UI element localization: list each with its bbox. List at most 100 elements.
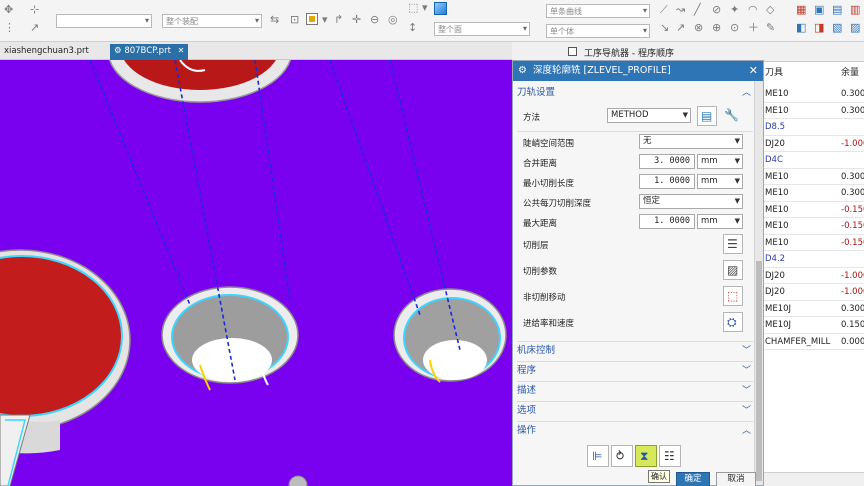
color-filter-icon[interactable] bbox=[306, 13, 318, 25]
table-row-tool[interactable]: ME10J bbox=[765, 320, 791, 330]
table-row-tool[interactable]: ME10 bbox=[765, 89, 789, 99]
method-edit-button[interactable]: 🔧 bbox=[721, 106, 741, 126]
table-row-tool[interactable]: D4C bbox=[765, 155, 783, 165]
cube-view-icon[interactable] bbox=[434, 2, 447, 15]
navigator-pin-checkbox[interactable] bbox=[568, 47, 577, 56]
extend-icon[interactable]: ↗ bbox=[676, 22, 685, 34]
circle-icon[interactable]: ⊘ bbox=[712, 4, 721, 16]
table-row-tool[interactable]: ME10 bbox=[765, 188, 789, 198]
line-tool-icon[interactable]: ╱ bbox=[694, 4, 701, 16]
close-icon[interactable]: ✕ bbox=[749, 61, 758, 81]
part-icon: ⚙ bbox=[114, 46, 122, 56]
column-header-stock[interactable]: 余量 bbox=[841, 62, 859, 84]
orient-icon[interactable]: ↕ bbox=[408, 22, 417, 34]
steep-range-select[interactable]: 无 ▼ bbox=[639, 134, 743, 149]
table-row-tool[interactable]: DJ20 bbox=[765, 287, 785, 297]
navigator-horizontal-scrollbar[interactable] bbox=[762, 472, 864, 486]
section-program[interactable]: 程序 ﹀ bbox=[517, 363, 753, 379]
post-icon[interactable]: ▧ bbox=[832, 22, 842, 34]
type-filter-combo[interactable]: ▾ bbox=[56, 14, 152, 28]
method-create-button[interactable]: ▤ bbox=[697, 106, 717, 126]
cut-params-button[interactable]: ▨ bbox=[723, 260, 743, 280]
curve-rule-combo[interactable]: 单条曲线 ▾ bbox=[546, 4, 650, 18]
replay-button[interactable]: ⥁ bbox=[611, 445, 633, 467]
section-actions[interactable]: 操作 ︿ bbox=[517, 423, 753, 439]
verify-button[interactable]: ⧗ bbox=[635, 445, 657, 467]
min-cut-length-input[interactable]: 1. 0000 bbox=[639, 174, 695, 189]
verify-icon[interactable]: ◧ bbox=[796, 22, 806, 34]
ok-button[interactable]: 确定 bbox=[676, 472, 710, 486]
dialog-titlebar[interactable]: ⚙ 深度轮廓铣 [ZLEVEL_PROFILE] ✕ bbox=[513, 61, 763, 81]
table-row-tool[interactable]: ME10 bbox=[765, 106, 789, 116]
body-rule-combo[interactable]: 单个体 ▾ bbox=[546, 24, 650, 38]
add-icon[interactable]: ＋ bbox=[748, 22, 759, 34]
merge-distance-unit[interactable]: mm ▼ bbox=[697, 154, 743, 169]
generate-toolpath-button[interactable]: ⊫ bbox=[587, 445, 609, 467]
select-all-icon[interactable]: ⇆ bbox=[270, 14, 279, 26]
line-icon[interactable]: ⟋ bbox=[660, 4, 668, 16]
scrollbar-thumb[interactable] bbox=[756, 261, 762, 481]
pointer-icon[interactable]: ↗ bbox=[30, 22, 39, 34]
table-row-tool[interactable]: DJ20 bbox=[765, 271, 785, 281]
mid-point-icon[interactable]: ⊖ bbox=[370, 14, 379, 26]
section-description[interactable]: 描述 ﹀ bbox=[517, 383, 753, 399]
intersect-icon[interactable]: ⊗ bbox=[694, 22, 703, 34]
curve-icon[interactable]: ↝ bbox=[676, 4, 685, 16]
table-row-tool[interactable]: D8.5 bbox=[765, 122, 785, 132]
min-cut-length-unit[interactable]: mm ▼ bbox=[697, 174, 743, 189]
center-point-icon[interactable]: ◎ bbox=[388, 14, 398, 26]
tab-807bcp[interactable]: ⚙ 807BCP.prt ✕ bbox=[110, 44, 189, 60]
filter-icon[interactable]: ⋮ bbox=[4, 22, 15, 34]
list-button[interactable]: ☷ bbox=[659, 445, 681, 467]
table-row-tool[interactable]: CHAMFER_MILL bbox=[765, 337, 830, 347]
point-icon[interactable]: ✦ bbox=[730, 4, 739, 16]
erase-icon[interactable]: ◇ bbox=[766, 4, 774, 16]
simulate-icon[interactable]: ◨ bbox=[814, 22, 824, 34]
table-row-tool[interactable]: ME10 bbox=[765, 205, 789, 215]
table-row-tool[interactable]: ME10J bbox=[765, 304, 791, 314]
output-icon[interactable]: ▥ bbox=[850, 4, 860, 16]
max-distance-input[interactable]: 1. 0000 bbox=[639, 214, 695, 229]
deselect-icon[interactable]: ⊡ bbox=[290, 14, 299, 26]
shop-doc-icon[interactable]: ▨ bbox=[850, 22, 860, 34]
table-row-tool[interactable]: D4.2 bbox=[765, 254, 785, 264]
max-distance-unit[interactable]: mm ▼ bbox=[697, 214, 743, 229]
non-cut-moves-button[interactable]: ⬚ bbox=[723, 286, 743, 306]
section-path-settings[interactable]: 刀轨设置 ︿ bbox=[517, 85, 753, 101]
dropdown-icon[interactable]: ▾ bbox=[322, 14, 328, 26]
face-rule-combo[interactable]: 整个面 ▾ bbox=[434, 22, 530, 36]
replay-icon[interactable]: ▣ bbox=[814, 4, 824, 16]
quadrant-icon[interactable]: ⊕ bbox=[712, 22, 721, 34]
snap-icon[interactable]: ✥ bbox=[4, 4, 13, 16]
dialog-vertical-scrollbar[interactable] bbox=[754, 81, 763, 485]
tab-xiashengchuan3[interactable]: xiashengchuan3.prt bbox=[0, 44, 93, 60]
table-row-tool[interactable]: DJ20 bbox=[765, 139, 785, 149]
table-row-tool[interactable]: ME10 bbox=[765, 238, 789, 248]
dropdown-icon[interactable]: ▾ bbox=[422, 2, 428, 14]
select-icon[interactable]: ⊹ bbox=[30, 4, 39, 16]
section-machine-control[interactable]: 机床控制 ﹀ bbox=[517, 343, 753, 359]
graphics-viewport[interactable] bbox=[0, 60, 512, 486]
column-header-tool[interactable]: 刀具 bbox=[765, 62, 783, 84]
method-select[interactable]: METHOD ▼ bbox=[607, 108, 691, 123]
box-select-icon[interactable]: ⬚ bbox=[408, 2, 418, 14]
snap-point-icon[interactable]: ↱ bbox=[334, 14, 343, 26]
table-row-tool[interactable]: ME10 bbox=[765, 172, 789, 182]
cut-levels-button[interactable]: ☰ bbox=[723, 234, 743, 254]
chevron-down-icon: ▼ bbox=[734, 177, 740, 185]
tangent-icon[interactable]: ⊙ bbox=[730, 22, 739, 34]
feeds-speeds-button[interactable]: ⛭ bbox=[723, 312, 743, 332]
cancel-button[interactable]: 取消 bbox=[716, 472, 756, 486]
close-icon[interactable]: ✕ bbox=[178, 46, 185, 55]
common-depth-select[interactable]: 恒定 ▼ bbox=[639, 194, 743, 209]
arc-icon[interactable]: ◠ bbox=[748, 4, 758, 16]
list-icon[interactable]: ▤ bbox=[832, 4, 842, 16]
sketch-icon[interactable]: ✎ bbox=[766, 22, 775, 34]
merge-distance-input[interactable]: 3. 0000 bbox=[639, 154, 695, 169]
generate-icon[interactable]: ▦ bbox=[796, 4, 806, 16]
end-point-icon[interactable]: ✛ bbox=[352, 14, 361, 26]
move-icon[interactable]: ↘ bbox=[660, 22, 669, 34]
section-options[interactable]: 选项 ﹀ bbox=[517, 403, 753, 419]
assembly-scope-combo[interactable]: 整个装配 ▾ bbox=[162, 14, 262, 28]
table-row-tool[interactable]: ME10 bbox=[765, 221, 789, 231]
